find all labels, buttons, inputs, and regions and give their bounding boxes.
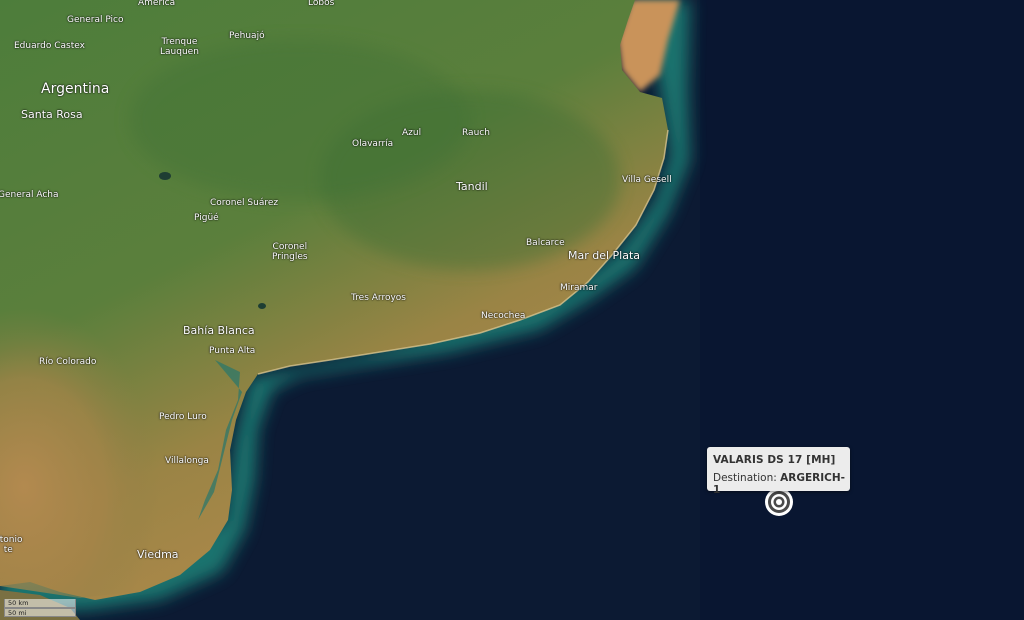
place-label-olavarria: Olavarría <box>352 139 394 149</box>
place-label-miramar: Miramar <box>560 283 598 293</box>
place-label-bahia-blanca: Bahía Blanca <box>183 324 255 337</box>
place-label-punta-alta: Punta Alta <box>209 346 256 356</box>
place-label-rio-colorado: Río Colorado <box>39 357 97 367</box>
place-label-line: Coronel <box>272 242 308 252</box>
place-label-pedro-luro: Pedro Luro <box>159 412 207 422</box>
vessel-destination: Destination: ARGERICH-1 <box>713 472 850 496</box>
place-label-santa-rosa: Santa Rosa <box>21 108 83 121</box>
scale-bar: 50 km 50 mi <box>4 599 76 617</box>
satellite-map[interactable] <box>0 0 1024 620</box>
scale-km: 50 km <box>4 599 76 608</box>
place-label-necochea: Necochea <box>481 311 526 321</box>
place-label-eduardo-castex: Eduardo Castex <box>14 41 85 51</box>
place-label-line: Lauquen <box>160 47 199 57</box>
place-label-line: Trenque <box>161 37 198 47</box>
country-label: Argentina <box>41 81 110 97</box>
place-label-mar-del-plata: Mar del Plata <box>568 249 641 262</box>
place-label-pehuajo: Pehuajó <box>229 31 265 41</box>
place-label-villalonga: Villalonga <box>165 456 209 466</box>
place-label-tandil: Tandil <box>456 180 488 193</box>
vessel-popup[interactable]: VALARIS DS 17 [MH] Destination: ARGERICH… <box>707 447 850 496</box>
place-label-balcarce: Balcarce <box>526 238 565 248</box>
place-label-lobos: Lobos <box>308 0 335 8</box>
place-label-azul: Azul <box>402 128 422 138</box>
place-label-coronel-pringles: Coronel Pringles <box>272 242 308 262</box>
destination-label: Destination: <box>713 472 777 484</box>
vessel-name: VALARIS DS 17 [MH] <box>713 454 836 466</box>
place-label-america: America <box>138 0 176 8</box>
place-label-trenque-lauquen: Trenque Lauquen <box>160 37 199 57</box>
place-label-antonio-oeste: ntoniote <box>0 535 22 555</box>
place-label-pigue: Pigüé <box>194 213 219 223</box>
place-label-tres-arroyos: Tres Arroyos <box>351 293 406 303</box>
place-label-villa-gesell: Villa Gesell <box>622 175 672 185</box>
place-label-viedma: Viedma <box>137 548 179 561</box>
place-label-line: ntonio <box>0 535 23 545</box>
scale-mi: 50 mi <box>4 608 76 617</box>
place-label-general-pico: General Pico <box>67 15 124 25</box>
place-label-line: te <box>3 545 13 555</box>
place-label-general-acha: General Acha <box>0 190 59 200</box>
place-label-line: Pringles <box>272 252 308 262</box>
place-label-coronel-suarez: Coronel Suárez <box>210 198 279 208</box>
place-label-rauch: Rauch <box>462 128 490 138</box>
